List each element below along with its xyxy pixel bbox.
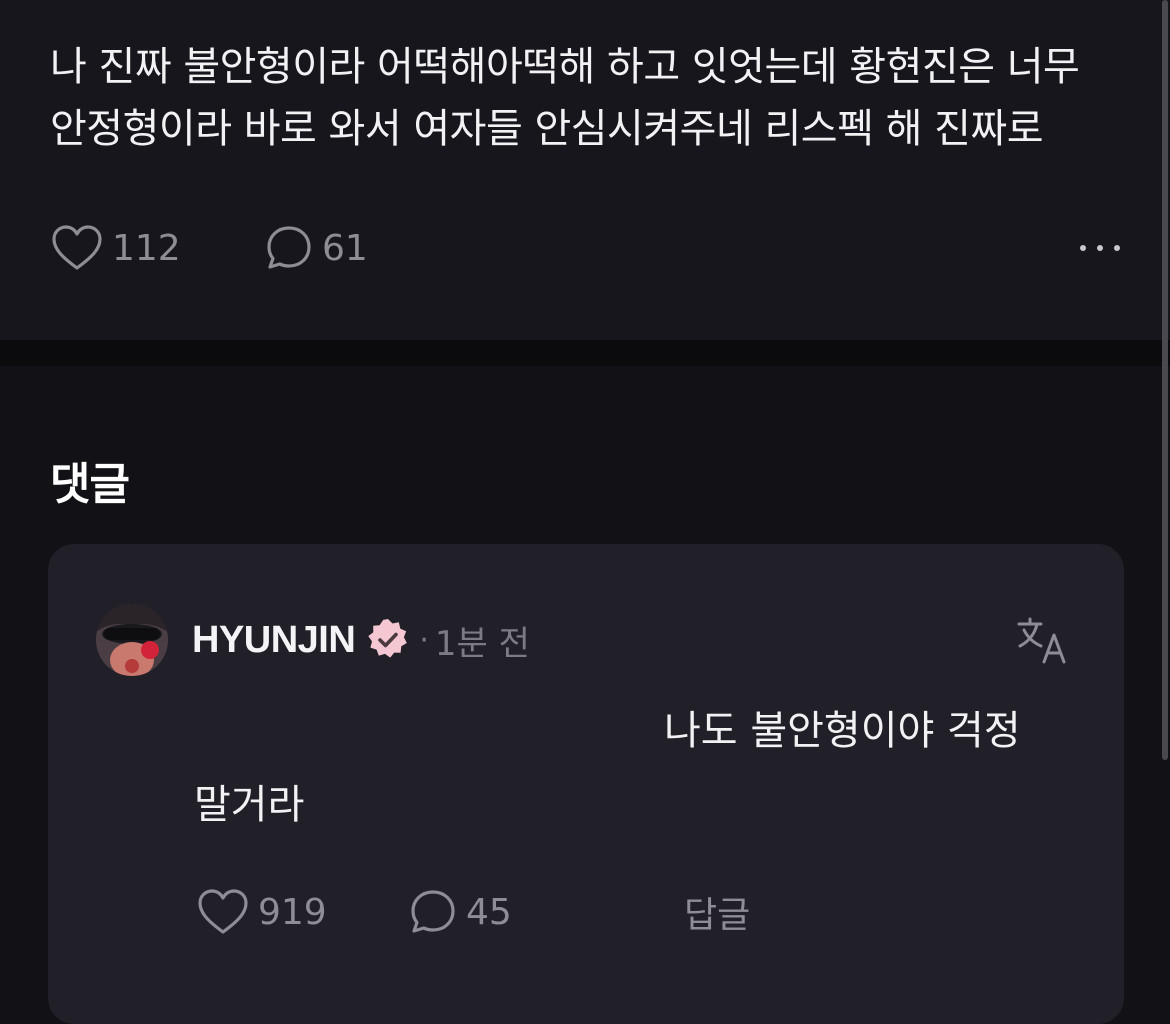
comment-timestamp: 1분 전 — [434, 623, 530, 664]
comment-like-button[interactable]: 919 — [196, 882, 327, 942]
verified-badge-icon — [368, 619, 408, 658]
translate-button[interactable] — [1016, 616, 1070, 670]
speech-bubble-icon — [267, 226, 311, 269]
post-like-button[interactable]: 112 — [50, 218, 181, 278]
comment-replies-button[interactable]: 45 — [408, 882, 512, 942]
post: 나 진짜 불안형이라 어떡해아떡해 하고 잇엇는데 황현진은 너무 안정형이라 … — [0, 0, 1170, 340]
meta-separator: · — [419, 622, 429, 658]
author-name[interactable]: HYUNJIN — [192, 619, 356, 662]
reply-button[interactable]: 답글 — [684, 882, 750, 942]
post-actions: 112 61 — [50, 218, 1120, 278]
post-text-line-1: 나 진짜 불안형이라 어떡해아떡해 하고 잇엇는데 황현진은 너무 — [50, 44, 1080, 90]
more-options-button[interactable] — [1080, 218, 1120, 278]
comment-like-count: 919 — [258, 891, 327, 933]
comment-header: HYUNJIN · 1분 전 — [192, 614, 530, 666]
comment-card: HYUNJIN · 1분 전 나도 불안형이야 걱정 말거라 919 45 답글 — [48, 544, 1124, 1024]
translate-icon — [1017, 617, 1066, 664]
post-body: 나 진짜 불안형이라 어떡해아떡해 하고 잇엇는데 황현진은 너무 안정형이라 … — [50, 36, 1140, 160]
post-comment-button[interactable]: 61 — [264, 218, 368, 278]
speech-bubble-icon — [411, 890, 455, 933]
comment-reply-count: 45 — [466, 891, 512, 933]
section-divider — [0, 340, 1170, 366]
heart-icon — [52, 225, 102, 270]
avatar[interactable] — [96, 604, 168, 676]
scrollbar[interactable] — [1162, 0, 1168, 760]
more-dots-icon — [1080, 245, 1120, 251]
comment-text-line-2: 말거라 — [194, 782, 305, 828]
avatar-image — [96, 604, 168, 676]
post-comment-count: 61 — [322, 227, 368, 269]
comment-text-line-1: 나도 불안형이야 걱정 — [664, 708, 1021, 754]
comment-actions: 919 45 답글 — [196, 882, 796, 942]
comments-heading: 댓글 — [50, 459, 130, 510]
heart-icon — [198, 889, 248, 934]
comment-body: 나도 불안형이야 걱정 말거라 — [194, 694, 1094, 842]
post-text-line-2: 안정형이라 바로 와서 여자들 안심시켜주네 리스펙 해 진짜로 — [50, 106, 1044, 152]
post-like-count: 112 — [112, 227, 181, 269]
